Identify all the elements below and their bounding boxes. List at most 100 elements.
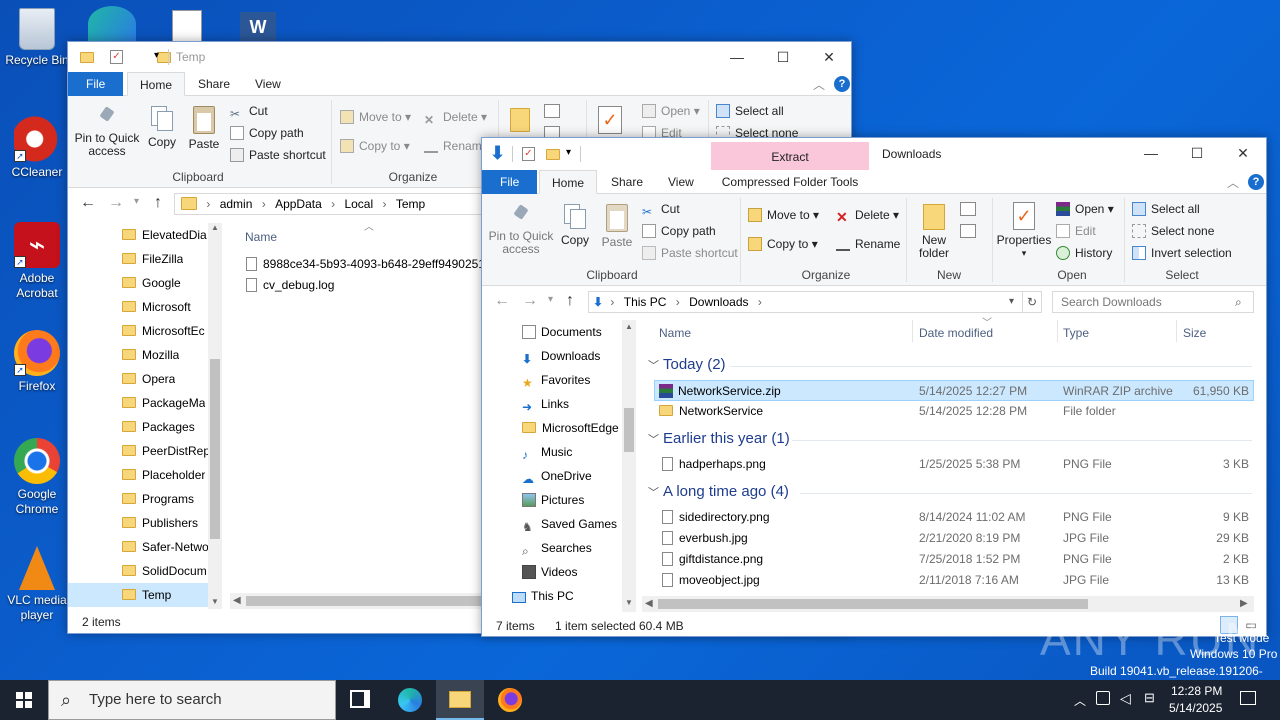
- move-to-button[interactable]: Move to ▾: [748, 208, 819, 222]
- tree-item-videos[interactable]: Videos: [482, 560, 577, 584]
- collapse-ribbon-icon[interactable]: ︿: [813, 76, 825, 93]
- firefox-taskbar-icon[interactable]: [498, 688, 522, 712]
- tree-item-favorites[interactable]: ★ Favorites: [482, 368, 590, 392]
- address-dropdown-icon[interactable]: ▾: [1009, 292, 1014, 312]
- breadcrumb-admin[interactable]: admin: [220, 197, 253, 211]
- scroll-down-icon[interactable]: ▼: [211, 597, 219, 606]
- tree-scrollbar[interactable]: ▲ ▼: [208, 223, 222, 609]
- breadcrumb-local[interactable]: Local: [344, 197, 373, 211]
- desktop-icon-google-chrome[interactable]: Google Chrome: [1, 438, 73, 517]
- tree-item[interactable]: Safer-Netwo: [122, 535, 209, 559]
- tab-home[interactable]: Home: [539, 170, 598, 194]
- table-row[interactable]: giftdistance.png 7/25/2018 1:52 PM PNG F…: [654, 549, 1254, 570]
- new-folder-qa-icon[interactable]: [157, 52, 172, 63]
- tree-item-onedrive[interactable]: ☁ OneDrive: [482, 464, 592, 488]
- tree-item[interactable]: Publishers: [122, 511, 198, 535]
- horizontal-scrollbar[interactable]: ◀ ▶: [642, 596, 1254, 612]
- column-header-name[interactable]: Name: [659, 326, 691, 340]
- tab-share[interactable]: Share: [186, 72, 242, 96]
- copy-button[interactable]: Copy: [144, 106, 180, 149]
- tree-item[interactable]: Mozilla: [122, 343, 179, 367]
- properties-qa-icon[interactable]: ✓: [522, 147, 535, 161]
- tab-file[interactable]: File: [68, 72, 124, 96]
- open-button[interactable]: Open ▾: [1056, 202, 1114, 216]
- copy-to-button[interactable]: Copy to ▾: [748, 237, 818, 251]
- copy-button[interactable]: Copy: [558, 204, 592, 247]
- search-input[interactable]: Search Downloads ⌕: [1052, 291, 1254, 313]
- breadcrumb-appdata[interactable]: AppData: [275, 197, 322, 211]
- table-row[interactable]: moveobject.jpg 2/11/2018 7:16 AM JPG Fil…: [654, 570, 1254, 591]
- help-icon[interactable]: ?: [1248, 174, 1264, 190]
- clock-date[interactable]: 5/14/2025: [1169, 701, 1222, 715]
- column-header-size[interactable]: Size: [1183, 326, 1206, 340]
- copy-path-button[interactable]: Copy path: [642, 224, 716, 238]
- tree-item-temp-selected[interactable]: Temp: [68, 583, 208, 607]
- new-folder-button[interactable]: New folder: [912, 204, 956, 260]
- tab-view[interactable]: View: [243, 72, 293, 96]
- tree-item[interactable]: SolidDocum: [122, 559, 207, 583]
- notification-center-icon[interactable]: [1240, 691, 1256, 705]
- maximize-button[interactable]: ☐: [1174, 138, 1220, 168]
- copy-to-button[interactable]: Copy to ▾: [340, 139, 410, 153]
- paste-shortcut-button[interactable]: Paste shortcut: [230, 148, 326, 162]
- table-row[interactable]: everbush.jpg 2/21/2020 8:19 PM JPG File …: [654, 528, 1254, 549]
- scroll-down-icon[interactable]: ▼: [625, 598, 633, 607]
- new-folder-qa-icon[interactable]: [546, 149, 560, 160]
- column-header-type[interactable]: Type: [1063, 326, 1089, 340]
- tree-scrollbar[interactable]: ▲ ▼: [622, 320, 636, 612]
- invert-selection-button[interactable]: Invert selection: [1132, 246, 1232, 260]
- pin-quick-access-button[interactable]: Pin to Quick access: [74, 106, 140, 158]
- scroll-up-icon[interactable]: ▲: [625, 322, 633, 331]
- open-button[interactable]: Open ▾: [642, 104, 700, 118]
- table-row[interactable]: NetworkService 5/14/2025 12:28 PM File f…: [654, 401, 1254, 422]
- help-icon[interactable]: ?: [834, 76, 850, 92]
- close-button[interactable]: ✕: [1220, 138, 1266, 168]
- up-button[interactable]: ↑: [154, 194, 162, 212]
- recent-locations-icon[interactable]: ▾: [548, 294, 553, 305]
- volume-tray-icon[interactable]: ◁: [1120, 690, 1131, 707]
- move-to-button[interactable]: Move to ▾: [340, 110, 411, 124]
- tree-item-pictures[interactable]: Pictures: [482, 488, 584, 512]
- tree-item[interactable]: Google: [122, 271, 181, 295]
- scroll-left-icon[interactable]: ◀: [233, 595, 241, 606]
- new-item-icon[interactable]: [960, 202, 976, 216]
- select-all-button[interactable]: Select all: [1132, 202, 1200, 216]
- contextual-tab-extract[interactable]: Extract: [711, 142, 869, 170]
- minimize-button[interactable]: —: [714, 42, 760, 72]
- scroll-up-icon[interactable]: ▲: [211, 223, 219, 232]
- properties-large-icon[interactable]: ✓: [598, 106, 622, 134]
- cut-button[interactable]: ✂ Cut: [642, 202, 680, 219]
- network-tray-icon[interactable]: [1096, 691, 1110, 705]
- tree-item-saved-games[interactable]: ♞ Saved Games: [482, 512, 617, 536]
- column-header-date[interactable]: Date modified: [919, 326, 993, 340]
- tab-share[interactable]: Share: [599, 170, 655, 194]
- breadcrumb-temp[interactable]: Temp: [396, 197, 425, 211]
- scroll-thumb[interactable]: [210, 359, 220, 539]
- horizontal-scrollbar[interactable]: ◀: [230, 593, 482, 609]
- pin-quick-access-button[interactable]: Pin to Quick access: [486, 204, 556, 256]
- maximize-button[interactable]: ☐: [760, 42, 806, 72]
- edge-desktop-icon[interactable]: [88, 6, 136, 42]
- new-item-icon[interactable]: [544, 104, 560, 118]
- word-document-icon[interactable]: W: [240, 12, 276, 42]
- group-header-earlier-this-year[interactable]: ﹀ Earlier this year (1): [648, 430, 790, 447]
- desktop-icon-adobe-acrobat[interactable]: ⌁ ➚ Adobe Acrobat: [1, 222, 73, 301]
- back-button[interactable]: ←: [494, 292, 510, 310]
- task-view-icon[interactable]: [350, 690, 370, 708]
- tab-view[interactable]: View: [656, 170, 706, 194]
- tree-item-searches[interactable]: ⌕ Searches: [482, 536, 592, 560]
- image-file-desktop-icon[interactable]: [172, 10, 202, 42]
- list-item[interactable]: 8988ce34-5b93-4093-b648-29eff9490251.: [246, 254, 488, 275]
- properties-button[interactable]: ✓ Properties ▾: [996, 202, 1052, 260]
- tree-item-downloads[interactable]: ⬇ Downloads: [482, 344, 600, 368]
- edit-button[interactable]: Edit: [1056, 224, 1096, 238]
- tree-item[interactable]: FileZilla: [122, 247, 183, 271]
- scroll-right-icon[interactable]: ▶: [1240, 598, 1248, 609]
- refresh-button[interactable]: ↻: [1022, 291, 1042, 313]
- tab-file[interactable]: File: [482, 170, 538, 194]
- tree-item[interactable]: PeerDistRep: [122, 439, 210, 463]
- chevron-down-icon[interactable]: ▾: [566, 147, 571, 158]
- back-button[interactable]: ←: [80, 194, 96, 212]
- close-button[interactable]: ✕: [806, 42, 851, 72]
- show-hidden-icons-chevron-icon[interactable]: ︿: [1074, 692, 1086, 709]
